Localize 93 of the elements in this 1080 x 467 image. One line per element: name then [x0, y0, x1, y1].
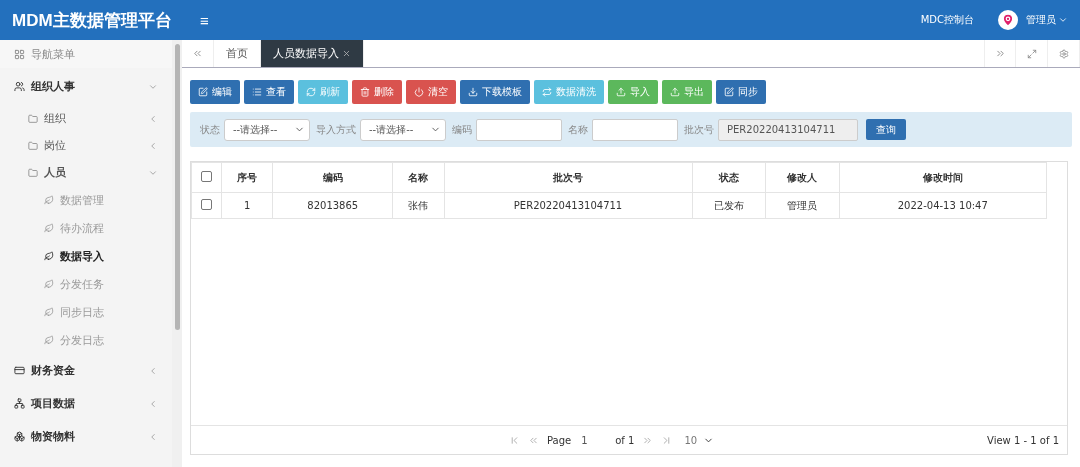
table-cell: 张伟	[392, 192, 444, 219]
select-field[interactable]: --请选择--	[224, 118, 310, 141]
filter-label: 状态	[200, 122, 220, 137]
folder-icon	[28, 140, 38, 151]
close-icon[interactable]	[342, 49, 351, 58]
chevron-icon	[148, 398, 158, 409]
caret-icon	[1058, 15, 1068, 25]
leaf-icon	[44, 223, 54, 233]
checkbox[interactable]	[201, 199, 212, 210]
list-icon	[252, 87, 262, 97]
card-icon	[14, 365, 25, 376]
filter-label: 编码	[452, 122, 472, 137]
expand-icon	[1026, 48, 1037, 59]
leaf-icon	[44, 251, 54, 261]
select-field[interactable]: --请选择--	[360, 118, 446, 141]
chevron-icon	[148, 113, 158, 124]
toolbar-button[interactable]: 清空	[406, 80, 456, 104]
leaf-icon	[44, 279, 54, 289]
column-header: 批次号	[444, 162, 693, 193]
submenu-item[interactable]: 数据导入	[0, 242, 172, 270]
leaf-icon	[44, 195, 54, 205]
column-header: 编码	[272, 162, 393, 193]
submenu-item[interactable]: 组织	[0, 105, 172, 132]
user-menu[interactable]: 管理员	[1026, 13, 1068, 27]
table-cell: 2022-04-13 10:47	[839, 192, 1047, 219]
chevron-icon	[148, 431, 158, 442]
sidebar-title: 导航菜单	[31, 46, 75, 62]
leaf-icon	[44, 335, 54, 345]
input-field[interactable]	[592, 118, 678, 141]
table-cell: 已发布	[692, 192, 766, 219]
menu-item[interactable]: 组织人事	[0, 68, 172, 105]
menu-item[interactable]: 物资物料	[0, 420, 172, 453]
checkbox[interactable]	[201, 171, 212, 182]
submenu-item[interactable]: 人员	[0, 159, 172, 186]
toolbar-button[interactable]: 编辑	[190, 80, 240, 104]
leaf-icon	[44, 307, 54, 317]
edit-icon	[198, 87, 208, 97]
chevron-icon	[148, 140, 158, 151]
table-cell: PER20220413104711	[444, 192, 693, 219]
column-header: 序号	[221, 162, 273, 193]
trash-icon	[360, 87, 370, 97]
menu-item[interactable]: 项目数据	[0, 387, 172, 420]
boxes-icon	[14, 431, 25, 442]
page-label: Page	[547, 434, 572, 446]
submenu-item[interactable]: 待办流程	[0, 214, 172, 242]
records-summary: View 1 - 1 of 1	[987, 434, 1059, 446]
app-title: MDM主数据管理平台	[12, 9, 173, 32]
repeat-icon	[542, 87, 552, 97]
filter-label: 导入方式	[316, 122, 356, 137]
upload-icon	[616, 87, 626, 97]
refresh-icon	[306, 87, 316, 97]
download-icon	[468, 87, 478, 97]
submenu-item[interactable]: 同步日志	[0, 298, 172, 326]
search-button[interactable]: 查询	[866, 119, 906, 140]
toolbar-button[interactable]: 下载模板	[460, 80, 530, 104]
power-icon	[414, 87, 424, 97]
submenu-item[interactable]: 数据管理	[0, 186, 172, 214]
settings-icon	[1058, 48, 1069, 59]
double-chevron-right-icon	[994, 48, 1006, 59]
grid-icon	[14, 48, 25, 60]
page-count: of 1	[615, 434, 635, 446]
folder-icon	[28, 167, 38, 178]
submenu-item[interactable]: 分发日志	[0, 326, 172, 354]
column-header: 修改时间	[839, 162, 1047, 193]
menu-item[interactable]: 财务资金	[0, 354, 172, 387]
users-icon	[14, 81, 25, 92]
network-icon	[14, 398, 25, 409]
toolbar-button[interactable]: 查看	[244, 80, 294, 104]
table-cell: 82013865	[272, 192, 393, 219]
filter-label: 批次号	[684, 122, 714, 137]
submenu-item[interactable]: 岗位	[0, 132, 172, 159]
avatar-icon	[998, 10, 1018, 30]
toolbar-button[interactable]: 删除	[352, 80, 402, 104]
filter-label: 名称	[568, 122, 588, 137]
column-header: 修改人	[765, 162, 840, 193]
input-field[interactable]	[476, 118, 562, 141]
edit-icon	[724, 87, 734, 97]
double-chevron-left-icon	[192, 48, 203, 59]
chevron-icon	[148, 365, 158, 376]
page-size-select[interactable]: 10	[680, 434, 719, 446]
console-link[interactable]: MDC控制台	[920, 13, 974, 27]
first-page-button[interactable]	[509, 434, 520, 446]
table-cell: 1	[221, 192, 273, 219]
column-header: 名称	[392, 162, 444, 193]
menu-toggle[interactable]: ≡	[194, 11, 215, 29]
toolbar-button[interactable]: 同步	[716, 80, 766, 104]
tab[interactable]: 人员数据导入	[261, 40, 364, 67]
table-cell: 管理员	[765, 192, 840, 219]
scroll-right-button[interactable]	[984, 40, 1016, 67]
column-header: 状态	[692, 162, 766, 193]
folder-icon	[28, 113, 38, 124]
upload-icon	[670, 87, 680, 97]
submenu-item[interactable]: 分发任务	[0, 270, 172, 298]
